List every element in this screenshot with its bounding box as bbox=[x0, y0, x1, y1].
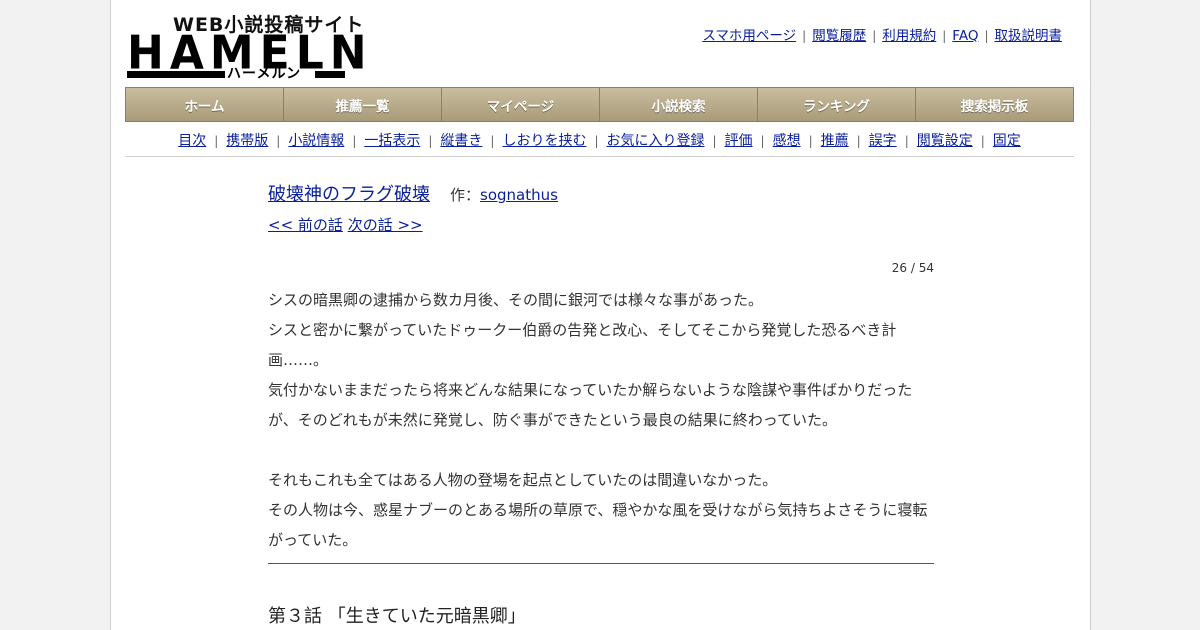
nav-home[interactable]: ホーム bbox=[126, 88, 284, 121]
bookmark-link[interactable]: しおりを挟む bbox=[502, 133, 586, 149]
novel-info-link[interactable]: 小説情報 bbox=[288, 133, 344, 149]
paragraph: シスの暗黒卿の逮捕から数カ月後、その間に銀河では様々な事があった。 bbox=[268, 291, 764, 309]
novel-content: 破壊神のフラグ破壊 作：sognathus << 前の話 次の話 >> 26 / … bbox=[268, 180, 934, 628]
separator: | bbox=[942, 29, 947, 43]
author-label: 作： bbox=[450, 186, 481, 204]
history-link[interactable]: 閲覧履歴 bbox=[812, 28, 866, 44]
page-container: WEB小説投稿サイト HAMELN ハーメルン スマホ用ページ | 閲覧履歴 | 利用規… bbox=[110, 0, 1091, 630]
logo-bar-left bbox=[127, 71, 225, 78]
toc-link[interactable]: 目次 bbox=[178, 133, 206, 149]
separator: | bbox=[428, 134, 433, 148]
chapter-title: 第３話 「生きていた元暗黒卿」 bbox=[268, 606, 526, 627]
author-link[interactable]: sognathus bbox=[480, 186, 558, 204]
novel-title-link[interactable]: 破壊神のフラグ破壊 bbox=[268, 184, 430, 205]
separator: | bbox=[802, 29, 807, 43]
separator: | bbox=[594, 134, 599, 148]
favorite-link[interactable]: お気に入り登録 bbox=[607, 133, 705, 149]
separator: | bbox=[904, 134, 909, 148]
rating-link[interactable]: 評価 bbox=[725, 133, 753, 149]
faq-link[interactable]: FAQ bbox=[952, 28, 978, 44]
terms-link[interactable]: 利用規約 bbox=[882, 28, 936, 44]
show-all-link[interactable]: 一括表示 bbox=[364, 133, 420, 149]
paragraph: シスと密かに繋がっていたドゥークー伯爵の告発と改心、そしてそこから発覚した恐るべ… bbox=[268, 321, 897, 369]
typo-link[interactable]: 誤字 bbox=[869, 133, 897, 149]
separator: | bbox=[980, 134, 985, 148]
nav-divider bbox=[125, 156, 1074, 157]
top-links: スマホ用ページ | 閲覧履歴 | 利用規約 | FAQ | 取扱説明書 bbox=[702, 24, 1062, 44]
nav-mypage[interactable]: マイページ bbox=[442, 88, 600, 121]
separator: | bbox=[712, 134, 717, 148]
review-link[interactable]: 感想 bbox=[773, 133, 801, 149]
sub-nav: 目次 | 携帯版 | 小説情報 | 一括表示 | 縦書き | しおりを挟む | お気に入り登録 | 評価 | 感… bbox=[125, 130, 1074, 150]
content-divider bbox=[268, 563, 934, 564]
episode-counter: 26 / 54 bbox=[891, 261, 934, 275]
next-episode-link[interactable]: 次の話 >> bbox=[348, 216, 423, 234]
mobile-link[interactable]: 携帯版 bbox=[226, 133, 268, 149]
main-nav: ホーム 推薦一覧 マイページ 小説検索 ランキング 捜索掲示板 bbox=[125, 87, 1074, 122]
nav-novel-search[interactable]: 小説検索 bbox=[600, 88, 758, 121]
smartphone-page-link[interactable]: スマホ用ページ bbox=[702, 28, 796, 44]
separator: | bbox=[808, 134, 813, 148]
prev-episode-link[interactable]: << 前の話 bbox=[268, 216, 343, 234]
logo-bar-right bbox=[315, 71, 345, 78]
separator: | bbox=[984, 29, 989, 43]
separator: | bbox=[276, 134, 281, 148]
paragraph: 気付かないままだったら将来どんな結果になっていたか解らないような陰謀や事件ばかり… bbox=[268, 381, 913, 429]
nav-recommendations[interactable]: 推薦一覧 bbox=[284, 88, 442, 121]
separator: | bbox=[490, 134, 495, 148]
logo-kana: ハーメルン bbox=[227, 66, 302, 82]
title-row: 破壊神のフラグ破壊 作：sognathus bbox=[268, 180, 934, 206]
nav-ranking[interactable]: ランキング bbox=[758, 88, 916, 121]
paragraph: その人物は今、惑星ナブーのとある場所の草原で、穏やかな風を受けながら気持ちよさそ… bbox=[268, 501, 928, 549]
episode-nav: << 前の話 次の話 >> bbox=[268, 214, 934, 235]
paragraph: それもこれも全てはある人物の登場を起点としていたのは間違いなかった。 bbox=[268, 471, 778, 489]
nav-search-board[interactable]: 捜索掲示板 bbox=[916, 88, 1073, 121]
hameln-logo[interactable]: WEB小説投稿サイト HAMELN ハーメルン bbox=[127, 10, 367, 82]
manual-link[interactable]: 取扱説明書 bbox=[995, 28, 1063, 44]
separator: | bbox=[872, 29, 877, 43]
novel-body: シスの暗黒卿の逮捕から数カ月後、その間に銀河では様々な事があった。 シスと密かに… bbox=[268, 285, 934, 555]
pin-link[interactable]: 固定 bbox=[993, 133, 1021, 149]
separator: | bbox=[760, 134, 765, 148]
vertical-link[interactable]: 縦書き bbox=[440, 133, 482, 149]
recommend-link[interactable]: 推薦 bbox=[821, 133, 849, 149]
separator: | bbox=[352, 134, 357, 148]
separator: | bbox=[214, 134, 219, 148]
separator: | bbox=[856, 134, 861, 148]
view-settings-link[interactable]: 閲覧設定 bbox=[917, 133, 973, 149]
